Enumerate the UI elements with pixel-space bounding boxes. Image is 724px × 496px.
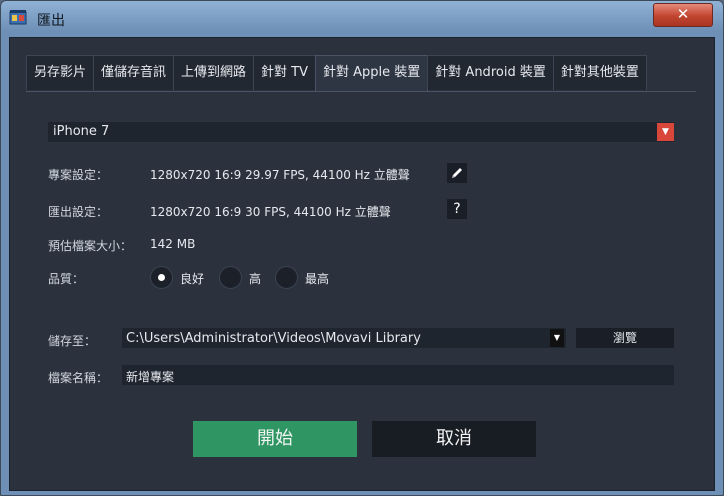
window-title: 匯出: [37, 13, 65, 29]
tab-other-devices[interactable]: 針對其他裝置: [552, 55, 647, 90]
export-settings-label: 匯出設定：: [48, 205, 109, 219]
quality-label: 品質：: [48, 272, 85, 286]
quality-radio-highest[interactable]: [275, 266, 298, 289]
estimated-size-value: 142 MB: [150, 237, 196, 251]
tab-audio-only[interactable]: 僅儲存音訊: [93, 55, 175, 90]
file-name-input[interactable]: 新增專案: [122, 365, 674, 385]
cancel-button[interactable]: 取消: [372, 421, 536, 457]
help-button[interactable]: ?: [447, 199, 467, 219]
edit-settings-button[interactable]: [447, 163, 467, 183]
dialog-body: 另存影片 僅儲存音訊 上傳到網路 針對 TV 針對 Apple 裝置 針對 An…: [9, 37, 715, 491]
tab-apple-devices[interactable]: 針對 Apple 裝置: [315, 55, 429, 92]
export-dialog: 匯出 ✕ 另存影片 僅儲存音訊 上傳到網路 針對 TV 針對 Apple 裝置 …: [0, 0, 724, 496]
movavi-app-icon: [9, 10, 27, 25]
tab-save-video[interactable]: 另存影片: [26, 55, 95, 90]
quality-option-highest: 最高: [305, 272, 330, 286]
browse-button[interactable]: 瀏覽: [576, 328, 674, 348]
close-button[interactable]: ✕: [653, 3, 713, 27]
save-to-label: 儲存至：: [48, 334, 97, 348]
chevron-down-icon[interactable]: ▼: [550, 329, 564, 347]
file-name-label: 檔案名稱：: [48, 371, 109, 385]
device-dropdown-value: iPhone 7: [53, 124, 110, 139]
tab-divider: [26, 91, 696, 92]
quality-radio-good[interactable]: [150, 266, 173, 289]
export-tabs: 另存影片 僅儲存音訊 上傳到網路 針對 TV 針對 Apple 裝置 針對 An…: [26, 55, 647, 92]
pencil-icon: [452, 168, 462, 178]
start-button[interactable]: 開始: [193, 421, 357, 457]
file-name-value: 新增專案: [126, 370, 175, 384]
save-path-value: C:\Users\Administrator\Videos\Movavi Lib…: [126, 331, 421, 346]
tab-tv[interactable]: 針對 TV: [253, 55, 317, 90]
tab-upload-online[interactable]: 上傳到網路: [173, 55, 255, 90]
quality-option-good: 良好: [180, 272, 205, 286]
quality-radio-high[interactable]: [219, 266, 242, 289]
title-bar: 匯出 ✕: [1, 1, 723, 37]
project-settings-label: 專案設定：: [48, 168, 109, 182]
tab-android-devices[interactable]: 針對 Android 裝置: [427, 55, 554, 90]
export-settings-value: 1280x720 16:9 30 FPS, 44100 Hz 立體聲: [150, 205, 391, 219]
quality-option-high: 高: [249, 272, 262, 286]
estimated-size-label: 預估檔案大小：: [48, 239, 133, 253]
project-settings-value: 1280x720 16:9 29.97 FPS, 44100 Hz 立體聲: [150, 168, 410, 182]
device-dropdown[interactable]: iPhone 7 ▼: [48, 122, 674, 142]
chevron-down-icon[interactable]: ▼: [657, 123, 674, 141]
save-path-dropdown[interactable]: C:\Users\Administrator\Videos\Movavi Lib…: [122, 328, 566, 348]
